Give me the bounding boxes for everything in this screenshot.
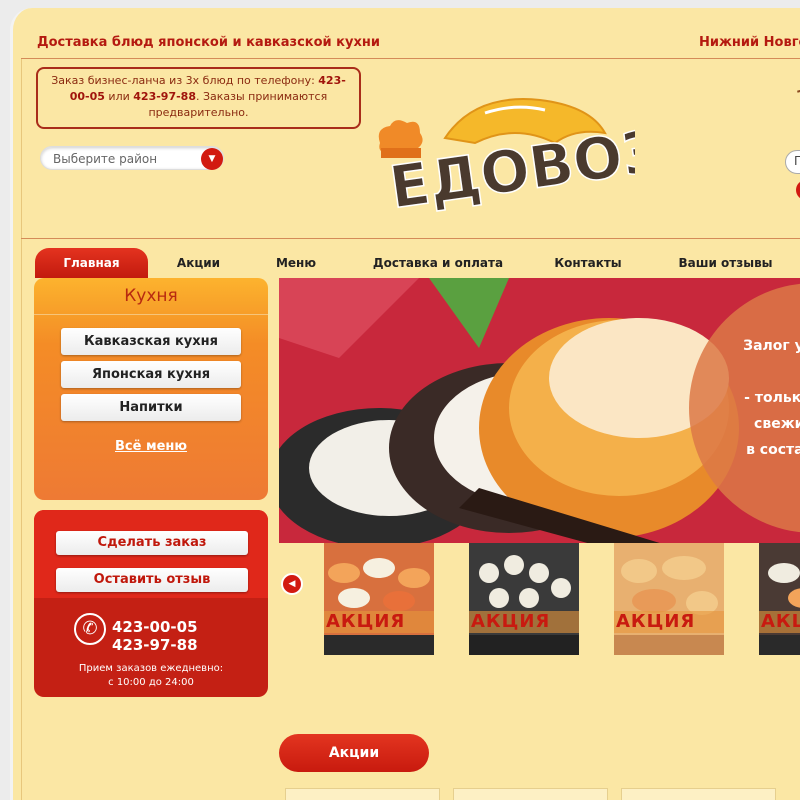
banner-line: - только з	[744, 390, 800, 406]
search-button[interactable]	[796, 180, 800, 200]
nav-home[interactable]: Главная	[35, 248, 148, 278]
sushi-photo	[759, 543, 800, 655]
promo-carousel: ◀ АКЦИЯ АКЦИЯ АКЦИЯ АК	[279, 543, 800, 658]
business-lunch-notice: Заказ бизнес-ланча из 3х блюд по телефон…	[36, 67, 361, 129]
sushi-photo	[469, 543, 579, 655]
promo-label: АКЦИЯ	[759, 611, 800, 633]
japanese-cuisine-button[interactable]: Японская кухня	[61, 361, 241, 388]
kitchen-divider	[34, 314, 268, 315]
hero-banner[interactable]: Залог уди вы - только з свежие в составе	[279, 278, 800, 543]
promo-label: АКЦИЯ	[324, 611, 434, 633]
site-tagline: Доставка блюд японской и кавказской кухн…	[37, 35, 380, 50]
nav-menu[interactable]: Меню	[263, 248, 329, 278]
nav-contacts[interactable]: Контакты	[543, 248, 633, 278]
banner-line: свежие	[754, 416, 800, 432]
make-order-button[interactable]: Сделать заказ	[56, 531, 248, 555]
all-menu-link[interactable]: Всё меню	[34, 439, 268, 454]
promotions-button[interactable]: Акции	[279, 734, 429, 772]
chevron-down-icon[interactable]: ▼	[201, 148, 223, 170]
hours-line-1: Прием заказов ежедневно:	[78, 663, 224, 674]
banner-line: вы	[709, 359, 800, 385]
order-panel: Сделать заказ Оставить отзыв ✆ 423-00-05…	[34, 510, 268, 697]
nav-divider-top	[21, 238, 800, 239]
kitchen-panel: Кухня Кавказская кухня Японская кухня На…	[34, 278, 268, 500]
promo-label: АКЦИЯ	[469, 611, 579, 633]
order-hours: Прием заказов ежедневно: с 10:00 до 24:0…	[34, 662, 268, 690]
drinks-button[interactable]: Напитки	[61, 394, 241, 421]
district-select[interactable]: Выберите район ▼	[40, 146, 224, 170]
phone-1: 423-00-05	[112, 618, 198, 636]
sushi-photo	[614, 543, 724, 655]
promo-thumb[interactable]: АКЦИЯ	[759, 543, 800, 655]
bottom-tab[interactable]	[621, 788, 776, 800]
sushi-photo	[324, 543, 434, 655]
bottom-tab[interactable]	[285, 788, 440, 800]
phone-icon: ✆	[74, 613, 106, 645]
search-input[interactable]: П	[785, 150, 800, 174]
bottom-tab[interactable]	[453, 788, 608, 800]
district-placeholder: Выберите район	[53, 152, 158, 166]
caucasian-cuisine-button[interactable]: Кавказская кухня	[61, 328, 241, 355]
page: Доставка блюд японской и кавказской кухн…	[10, 8, 800, 800]
promo-thumb[interactable]: АКЦИЯ	[469, 543, 579, 655]
notice-text: Заказ бизнес-ланча из 3х блюд по телефон…	[51, 74, 319, 87]
nav-delivery[interactable]: Доставка и оплата	[368, 248, 508, 278]
nav-promotions[interactable]: Акции	[161, 248, 236, 278]
header-divider	[21, 58, 800, 59]
promo-thumb[interactable]: АКЦИЯ	[324, 543, 434, 655]
logo-graphic: ЕДОВОЗ	[378, 98, 668, 223]
site-logo[interactable]: ЕДОВОЗ	[365, 88, 668, 228]
left-frame-line	[21, 58, 22, 800]
banner-line: Залог уди	[743, 338, 800, 354]
notice-phone-2: 423-97-88	[133, 90, 196, 103]
nav-reviews[interactable]: Ваши отзывы	[668, 248, 783, 278]
phone-numbers: 423-00-05 423-97-88	[112, 618, 198, 654]
banner-text: Залог уди вы - только з свежие в составе	[709, 333, 800, 463]
phone-2: 423-97-88	[112, 636, 198, 654]
chevron-left-icon[interactable]: ◀	[281, 573, 303, 595]
city-selector[interactable]: Нижний Новго	[699, 35, 800, 50]
leave-review-button[interactable]: Оставить отзыв	[56, 568, 248, 592]
main-nav: Главная Акции Меню Доставка и оплата Кон…	[13, 248, 800, 278]
hours-line-2: с 10:00 до 24:00	[108, 677, 194, 688]
kitchen-title: Кухня	[124, 286, 178, 306]
banner-line: в составе	[746, 442, 800, 458]
promo-label: АКЦИЯ	[614, 611, 724, 633]
promo-thumb[interactable]: АКЦИЯ	[614, 543, 724, 655]
notice-text: или	[104, 90, 134, 103]
